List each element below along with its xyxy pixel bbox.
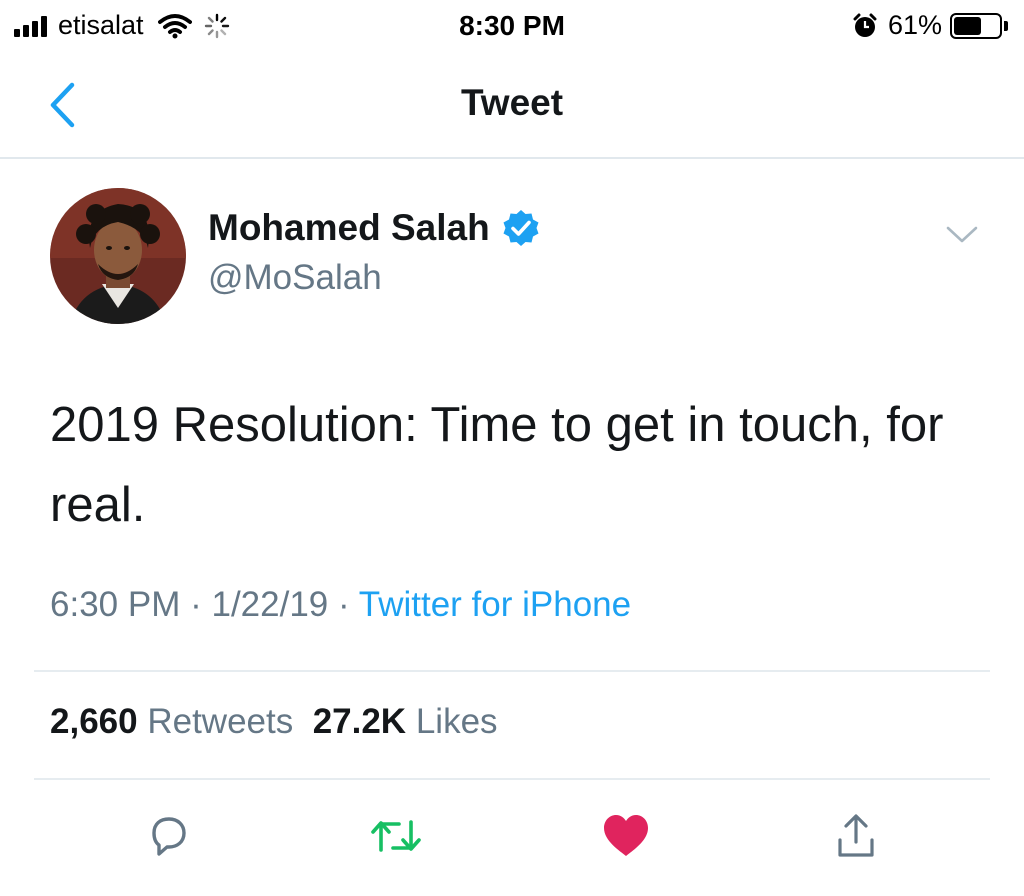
chevron-down-icon <box>946 226 978 243</box>
author-name[interactable]: Mohamed Salah <box>208 207 490 249</box>
meta-separator: · <box>338 585 350 624</box>
retweet-button[interactable] <box>366 806 426 866</box>
alarm-icon <box>853 13 877 37</box>
status-bar: etisalat 8:30 PM 61% <box>0 0 1024 52</box>
meta-separator: · <box>190 585 202 624</box>
tweet-metadata: 6:30 PM · 1/22/19 · Twitter for iPhone <box>50 585 631 625</box>
verified-badge-icon <box>503 210 539 246</box>
tweet-stats: 2,660 Retweets 27.2K Likes <box>50 702 498 742</box>
divider <box>34 778 990 780</box>
author-handle[interactable]: @MoSalah <box>208 258 382 298</box>
battery-cap <box>1004 20 1008 31</box>
profile-photo <box>50 188 186 324</box>
divider <box>34 670 990 672</box>
retweet-label: Retweets <box>147 702 294 741</box>
status-bar-right: 61% <box>852 10 1008 41</box>
share-icon <box>838 814 874 857</box>
tweet-source-link[interactable]: Twitter for iPhone <box>359 585 631 624</box>
author-name-row: Mohamed Salah <box>208 207 540 249</box>
reply-icon <box>152 817 186 856</box>
action-bar <box>0 806 1024 866</box>
battery-fill <box>954 16 981 35</box>
retweet-icon <box>371 820 421 852</box>
likes-stat[interactable]: 27.2K Likes <box>313 702 498 741</box>
nav-bar: Tweet <box>0 52 1024 159</box>
share-button[interactable] <box>826 806 886 866</box>
battery-percent: 61% <box>887 10 942 40</box>
reply-button[interactable] <box>138 806 198 866</box>
like-button[interactable] <box>596 806 656 866</box>
tweet-time: 6:30 PM <box>50 585 181 624</box>
tweet-date: 1/22/19 <box>211 585 329 624</box>
avatar[interactable] <box>50 188 186 324</box>
tweet-text: 2019 Resolution: Time to get in touch, f… <box>50 398 944 532</box>
like-icon <box>604 815 648 856</box>
like-count: 27.2K <box>312 702 407 741</box>
tweet-options-button[interactable] <box>944 222 980 248</box>
retweet-count: 2,660 <box>50 702 138 741</box>
retweets-stat[interactable]: 2,660 Retweets <box>50 702 293 741</box>
like-label: Likes <box>415 702 498 741</box>
battery-icon <box>950 12 1002 39</box>
page-title: Tweet <box>460 82 564 123</box>
